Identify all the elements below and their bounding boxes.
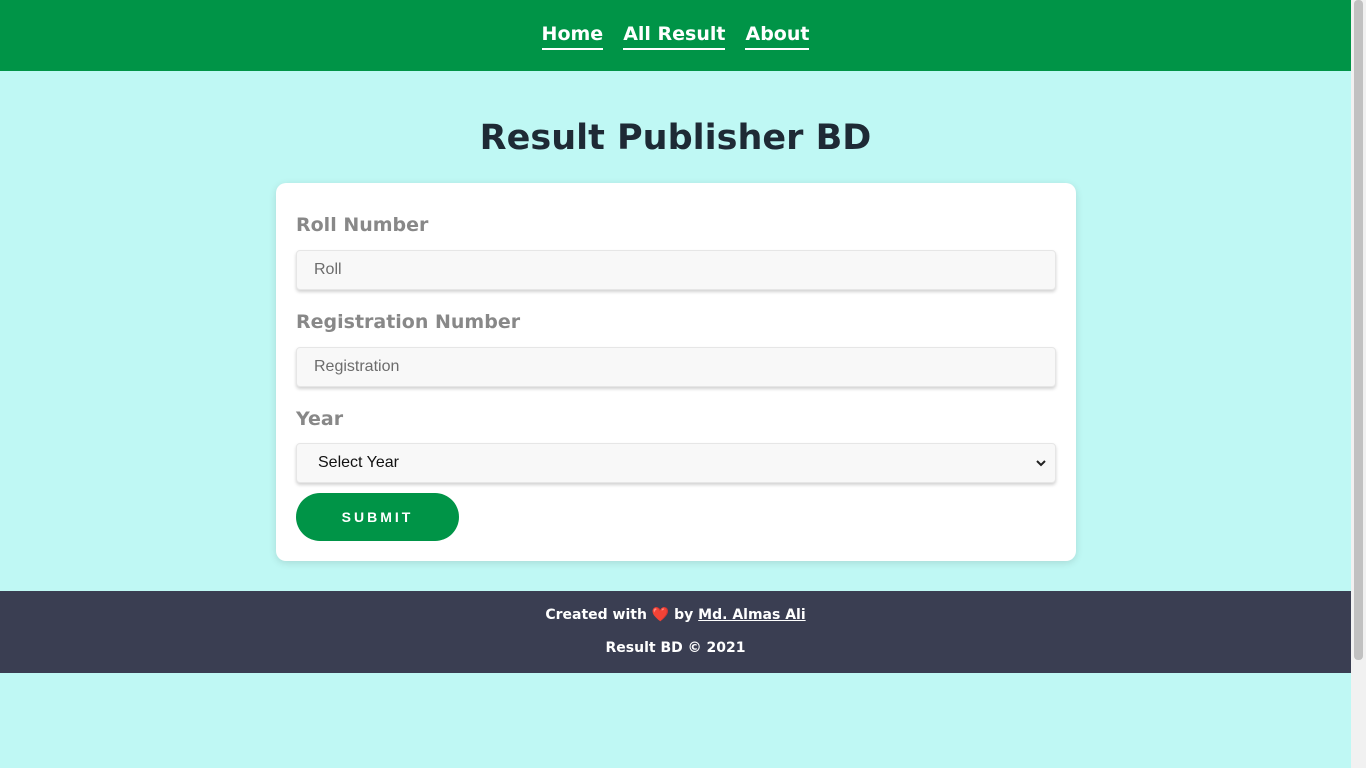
footer: Created with ❤️ by Md. Almas Ali Result …: [0, 591, 1351, 673]
scrollbar-thumb[interactable]: [1354, 0, 1363, 660]
author-link[interactable]: Md. Almas Ali: [698, 607, 805, 623]
page: Home All Result About Result Publisher B…: [0, 0, 1351, 768]
registration-input[interactable]: Registration: [296, 347, 1056, 387]
footer-by-text: by: [674, 607, 694, 623]
result-form-card: Roll Number Roll Registration Number Reg…: [276, 183, 1076, 561]
footer-copyright: Result BD © 2021: [605, 640, 746, 656]
year-select-value: Select Year: [318, 454, 399, 471]
year-select[interactable]: Select Year: [296, 443, 1056, 483]
nav-about-link[interactable]: About: [745, 22, 810, 50]
top-nav: Home All Result About: [0, 0, 1351, 71]
roll-number-label: Roll Number: [296, 214, 429, 236]
chevron-down-icon: [1036, 460, 1046, 467]
page-title: Result Publisher BD: [479, 118, 872, 158]
footer-created-text: Created with: [545, 607, 647, 623]
registration-number-label: Registration Number: [296, 311, 521, 333]
footer-credit: Created with ❤️ by Md. Almas Ali: [0, 607, 1351, 623]
page-scrollbar[interactable]: [1351, 0, 1366, 768]
nav-all-result-link[interactable]: All Result: [623, 22, 726, 50]
submit-button[interactable]: SUBMIT: [296, 493, 459, 541]
year-label: Year: [296, 408, 344, 430]
heart-icon: ❤️: [651, 607, 670, 623]
roll-input[interactable]: Roll: [296, 250, 1056, 290]
nav-home-link[interactable]: Home: [541, 22, 604, 50]
